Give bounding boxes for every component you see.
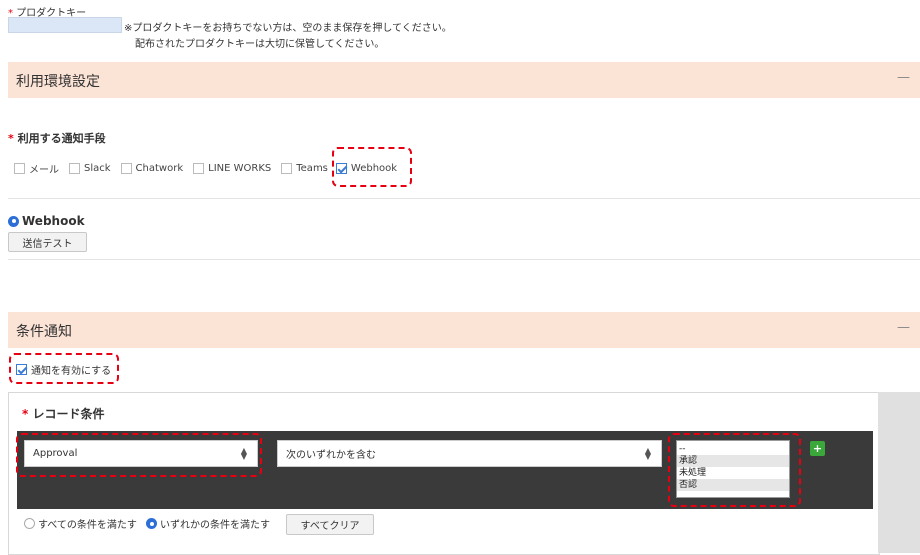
highlight-webhook bbox=[332, 147, 412, 187]
env-section-header[interactable]: 利用環境設定 — bbox=[8, 62, 920, 98]
radio-selected-icon bbox=[8, 215, 19, 227]
method-mail-label: メール bbox=[29, 164, 59, 176]
highlight-field-select bbox=[16, 433, 262, 477]
method-teams-label: Teams bbox=[296, 162, 328, 174]
collapse-icon[interactable]: — bbox=[897, 320, 910, 335]
record-condition-label-text: レコード条件 bbox=[32, 407, 105, 421]
method-teams[interactable]: Teams bbox=[281, 162, 328, 174]
method-slack-label: Slack bbox=[84, 162, 111, 174]
webhook-title: Webhook bbox=[22, 214, 85, 228]
highlight-value-list bbox=[668, 433, 801, 507]
required-mark: * bbox=[22, 407, 29, 421]
webhook-heading: Webhook bbox=[8, 214, 85, 228]
record-condition-label: * レコード条件 bbox=[22, 405, 104, 422]
radio-selected-icon[interactable] bbox=[146, 518, 157, 529]
method-lineworks-label: LINE WORKS bbox=[208, 162, 272, 174]
match-any-option[interactable]: いずれかの条件を満たす bbox=[146, 516, 270, 531]
notify-method-label-text: 利用する通知手段 bbox=[17, 132, 106, 145]
highlight-enable bbox=[9, 353, 119, 384]
method-lineworks[interactable]: LINE WORKS bbox=[193, 162, 272, 174]
method-chatwork-label: Chatwork bbox=[135, 162, 184, 174]
product-key-input[interactable] bbox=[8, 17, 122, 33]
clear-all-button[interactable]: すべてクリア bbox=[286, 514, 374, 535]
method-mail[interactable]: メール bbox=[14, 161, 59, 176]
checkbox-icon[interactable] bbox=[281, 162, 293, 174]
checkbox-icon[interactable] bbox=[120, 162, 132, 174]
match-all-label: すべての条件を満たす bbox=[38, 520, 137, 531]
operator-select[interactable]: 次のいずれかを含む ▲ ▼ bbox=[277, 440, 662, 467]
checkbox-icon[interactable] bbox=[69, 162, 80, 174]
checkbox-icon[interactable] bbox=[193, 162, 205, 174]
condition-section-title: 条件通知 bbox=[16, 324, 72, 340]
operator-select-value: 次のいずれかを含む bbox=[286, 450, 376, 461]
product-key-note-2: 配布されたプロダクトキーは大切に保管してください。 bbox=[135, 39, 385, 50]
required-mark: * bbox=[8, 132, 14, 145]
notify-method-label: * 利用する通知手段 bbox=[8, 130, 106, 146]
condition-section-header[interactable]: 条件通知 — bbox=[8, 312, 920, 348]
divider bbox=[8, 198, 920, 199]
collapse-icon[interactable]: — bbox=[897, 70, 910, 85]
divider bbox=[8, 259, 920, 260]
send-test-button[interactable]: 送信テスト bbox=[8, 232, 87, 252]
select-arrows-icon: ▲ ▼ bbox=[644, 445, 651, 461]
env-section-title: 利用環境設定 bbox=[16, 74, 100, 90]
radio-icon[interactable] bbox=[24, 518, 35, 529]
add-condition-button[interactable]: + bbox=[810, 441, 825, 456]
checkbox-icon[interactable] bbox=[14, 162, 25, 174]
method-chatwork[interactable]: Chatwork bbox=[120, 162, 184, 174]
method-slack[interactable]: Slack bbox=[69, 162, 111, 174]
panel-side-area bbox=[878, 392, 920, 553]
match-all-option[interactable]: すべての条件を満たす bbox=[24, 516, 137, 531]
match-any-label: いずれかの条件を満たす bbox=[160, 520, 270, 531]
product-key-note-1: ※プロダクトキーをお持ちでない方は、空のまま保存を押してください。 bbox=[124, 23, 452, 34]
